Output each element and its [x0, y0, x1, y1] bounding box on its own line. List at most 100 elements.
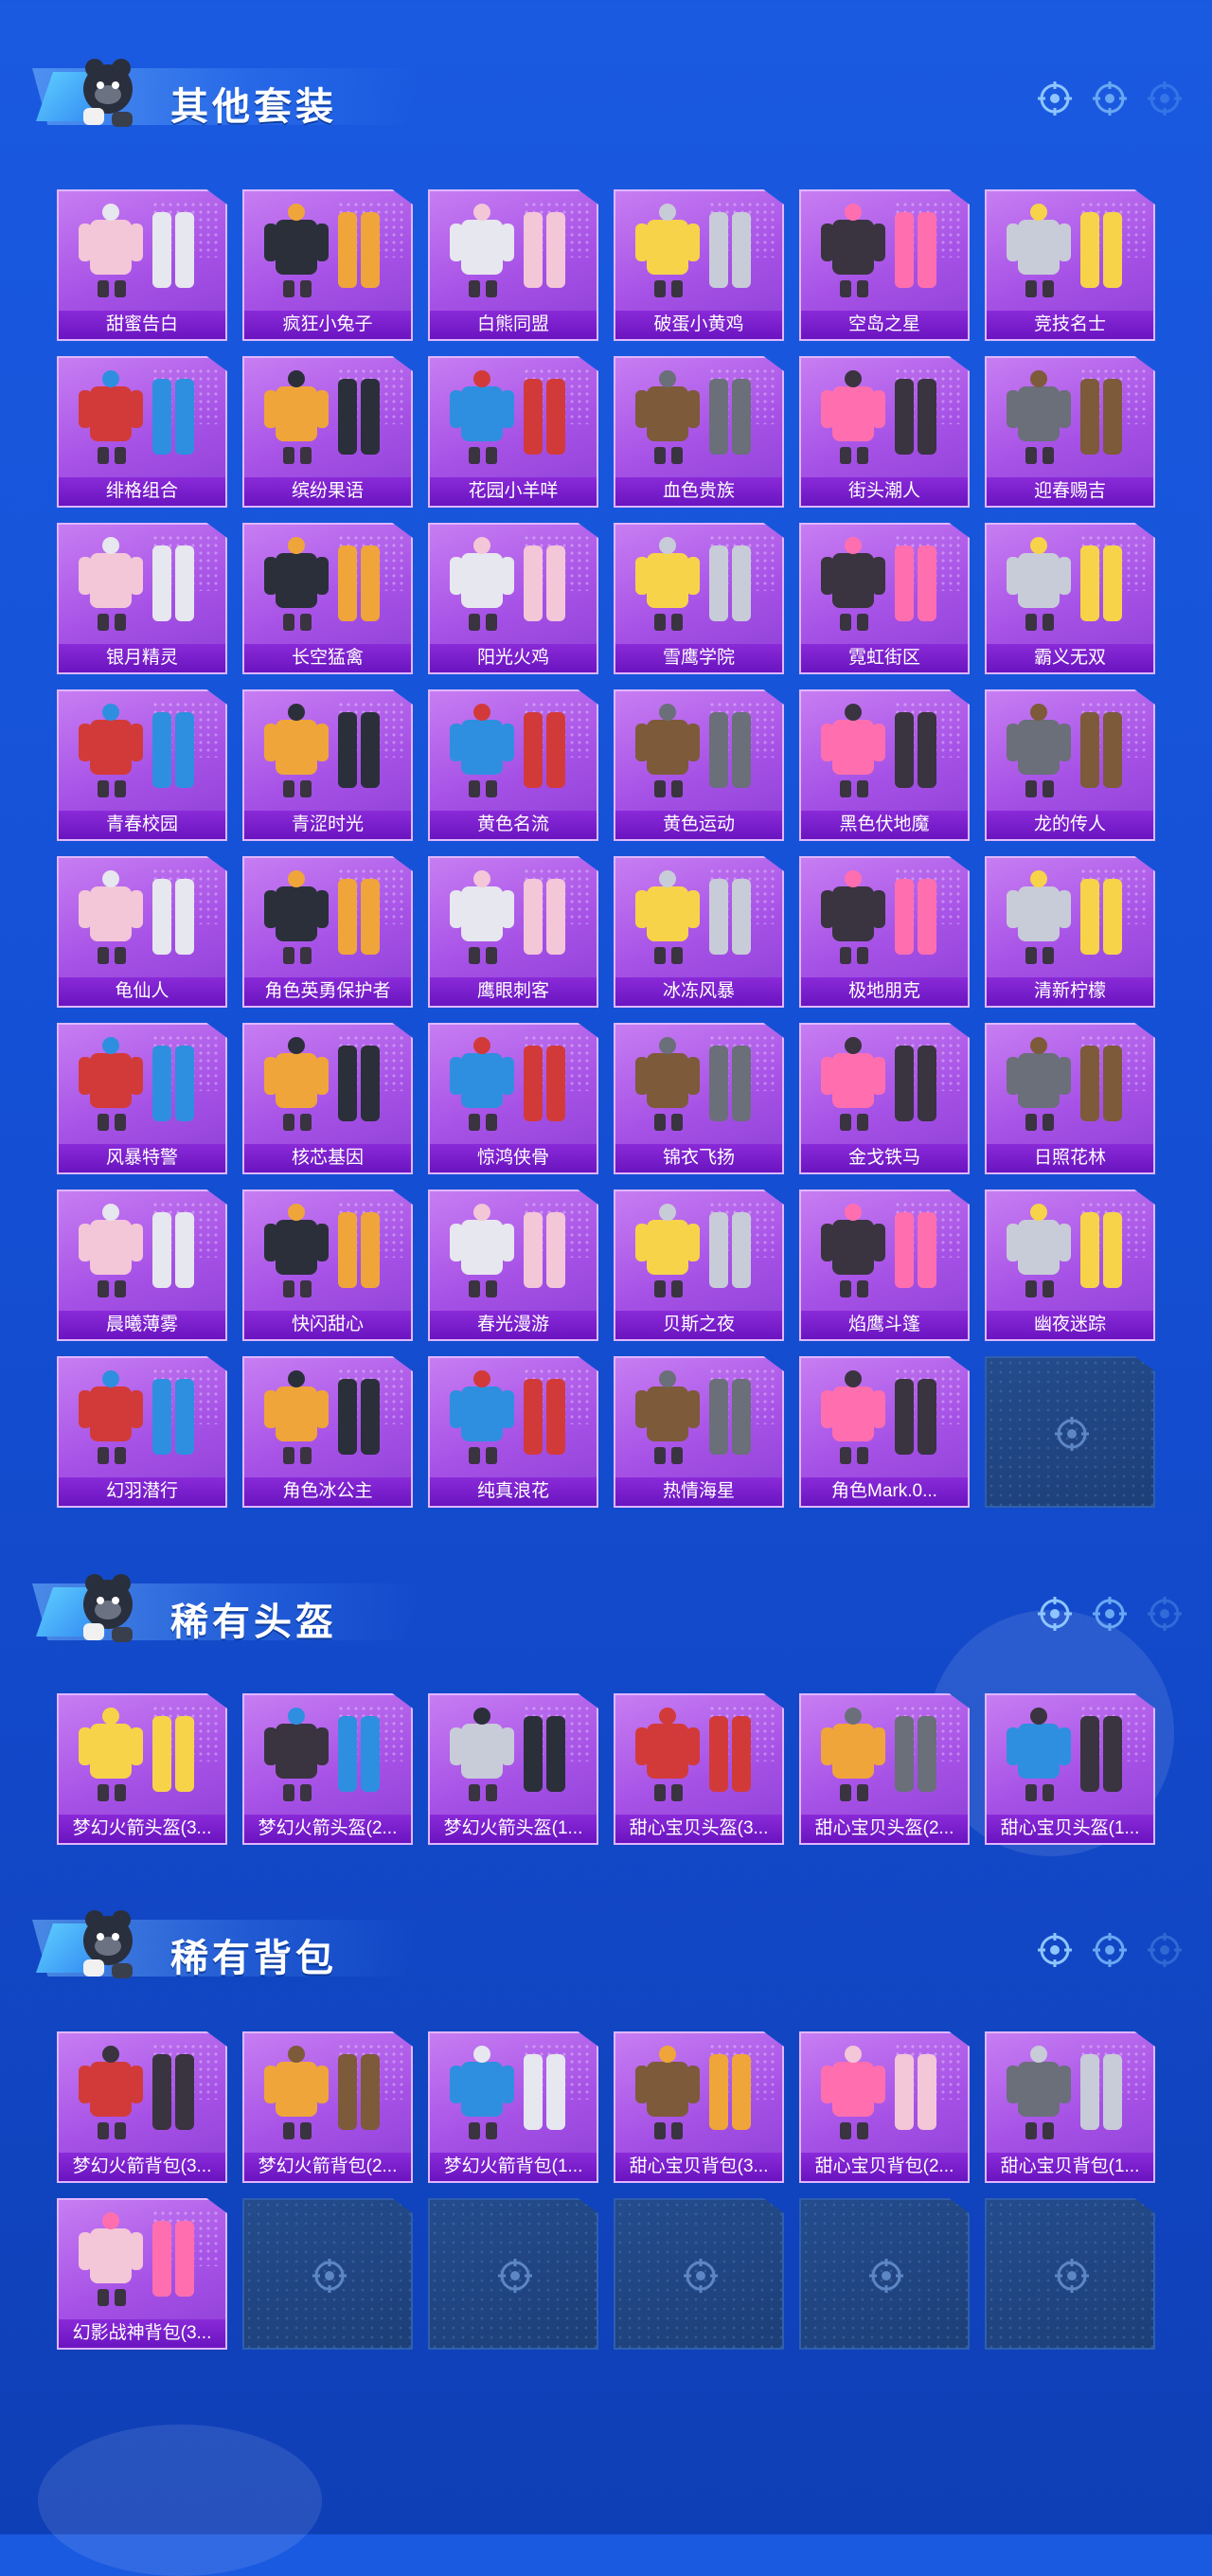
- item-card[interactable]: 幻影战神背包(3...: [57, 2198, 227, 2350]
- item-card[interactable]: 梦幻火箭背包(2...: [242, 2031, 413, 2183]
- item-card[interactable]: 角色Mark.0...: [799, 1356, 970, 1508]
- item-card[interactable]: 梦幻火箭背包(1...: [428, 2031, 598, 2183]
- item-image: [264, 704, 380, 797]
- item-card[interactable]: 街头潮人: [799, 356, 970, 508]
- item-card[interactable]: 雪鹰学院: [614, 523, 784, 674]
- item-card[interactable]: 破蛋小黄鸡: [614, 189, 784, 341]
- item-card[interactable]: 核芯基因: [242, 1023, 413, 1174]
- item-card[interactable]: 甜心宝贝头盔(3...: [614, 1693, 784, 1845]
- item-card[interactable]: 竞技名士: [985, 189, 1155, 341]
- item-card[interactable]: 冰冻风暴: [614, 856, 784, 1008]
- item-name: 清新柠檬: [987, 977, 1153, 1006]
- item-card[interactable]: 晨曦薄雾: [57, 1190, 227, 1341]
- item-card[interactable]: 纯真浪花: [428, 1356, 598, 1508]
- crosshair-icon: [1038, 81, 1072, 116]
- item-card[interactable]: 梦幻火箭头盔(1...: [428, 1693, 598, 1845]
- item-card[interactable]: 银月精灵: [57, 523, 227, 674]
- item-name: 甜心宝贝头盔(1...: [987, 1815, 1153, 1843]
- item-card[interactable]: 角色英勇保护者: [242, 856, 413, 1008]
- crosshair-icon: [1093, 1933, 1127, 1967]
- item-card[interactable]: 白熊同盟: [428, 189, 598, 341]
- item-image: [450, 1708, 565, 1801]
- item-image: [635, 870, 751, 964]
- item-card[interactable]: 贝斯之夜: [614, 1190, 784, 1341]
- item-card[interactable]: 迎春赐吉: [985, 356, 1155, 508]
- item-image: [821, 2046, 936, 2139]
- item-card[interactable]: 甜心宝贝头盔(1...: [985, 1693, 1155, 1845]
- item-image: [264, 1708, 380, 1801]
- item-card[interactable]: 空岛之星: [799, 189, 970, 341]
- item-name: 空岛之星: [801, 311, 968, 339]
- item-card[interactable]: 黑色伏地魔: [799, 689, 970, 841]
- item-name: 血色贵族: [615, 477, 782, 506]
- item-card[interactable]: 绯格组合: [57, 356, 227, 508]
- item-name: 风暴特警: [59, 1144, 225, 1172]
- item-card[interactable]: 龟仙人: [57, 856, 227, 1008]
- item-card[interactable]: 甜心宝贝背包(3...: [614, 2031, 784, 2183]
- item-card[interactable]: 热情海星: [614, 1356, 784, 1508]
- header-icons: [1036, 80, 1184, 117]
- item-card[interactable]: 霸义无双: [985, 523, 1155, 674]
- item-card[interactable]: 甜心宝贝头盔(2...: [799, 1693, 970, 1845]
- item-card[interactable]: 疯狂小兔子: [242, 189, 413, 341]
- item-card[interactable]: 甜心宝贝背包(2...: [799, 2031, 970, 2183]
- item-card[interactable]: 黄色名流: [428, 689, 598, 841]
- item-card[interactable]: 焰鹰斗篷: [799, 1190, 970, 1341]
- item-card[interactable]: 梦幻火箭头盔(3...: [57, 1693, 227, 1845]
- mascot-icon: [83, 1910, 133, 1978]
- item-card[interactable]: 极地朋克: [799, 856, 970, 1008]
- section-header: 稀有头盔: [0, 1553, 1212, 1657]
- crosshair-icon: [1148, 1933, 1182, 1967]
- item-name: 绯格组合: [59, 477, 225, 506]
- item-name: 黄色名流: [430, 811, 597, 839]
- section-header: 其他套装: [0, 38, 1212, 142]
- item-card[interactable]: 龙的传人: [985, 689, 1155, 841]
- crosshair-icon: [1093, 81, 1127, 116]
- crosshair-icon: [869, 2259, 903, 2293]
- item-card[interactable]: 幻羽潜行: [57, 1356, 227, 1508]
- item-image: [1007, 870, 1122, 964]
- item-card[interactable]: 缤纷果语: [242, 356, 413, 508]
- item-card[interactable]: 青春校园: [57, 689, 227, 841]
- empty-slot: [985, 2198, 1155, 2350]
- item-name: 锦衣飞扬: [615, 1144, 782, 1172]
- item-card[interactable]: 梦幻火箭头盔(2...: [242, 1693, 413, 1845]
- item-image: [821, 1370, 936, 1464]
- item-card[interactable]: 惊鸿侠骨: [428, 1023, 598, 1174]
- crosshair-icon: [1093, 1597, 1127, 1631]
- item-card[interactable]: 金戈铁马: [799, 1023, 970, 1174]
- item-card[interactable]: 花园小羊咩: [428, 356, 598, 508]
- item-image: [1007, 1037, 1122, 1131]
- item-name: 花园小羊咩: [430, 477, 597, 506]
- item-name: 日照花林: [987, 1144, 1153, 1172]
- item-image: [821, 1708, 936, 1801]
- item-card[interactable]: 甜心宝贝背包(1...: [985, 2031, 1155, 2183]
- crosshair-icon: [1038, 1933, 1072, 1967]
- item-card[interactable]: 鹰眼刺客: [428, 856, 598, 1008]
- item-name: 梦幻火箭背包(2...: [244, 2153, 411, 2181]
- item-name: 黑色伏地魔: [801, 811, 968, 839]
- item-card[interactable]: 梦幻火箭背包(3...: [57, 2031, 227, 2183]
- item-card[interactable]: 长空猛禽: [242, 523, 413, 674]
- item-card[interactable]: 春光漫游: [428, 1190, 598, 1341]
- item-name: 龙的传人: [987, 811, 1153, 839]
- item-card[interactable]: 快闪甜心: [242, 1190, 413, 1341]
- section-rare-backpacks: 稀有背包 梦幻火箭背包(3... 梦幻火箭背包(2... 梦幻火箭背包(1... 甜心…: [0, 1889, 1212, 2350]
- item-name: 龟仙人: [59, 977, 225, 1006]
- item-card[interactable]: 角色冰公主: [242, 1356, 413, 1508]
- item-card[interactable]: 风暴特警: [57, 1023, 227, 1174]
- header-icons: [1036, 1931, 1184, 1969]
- item-card[interactable]: 霓虹街区: [799, 523, 970, 674]
- item-name: 幻影战神背包(3...: [59, 2319, 225, 2348]
- item-name: 疯狂小兔子: [244, 311, 411, 339]
- item-card[interactable]: 血色贵族: [614, 356, 784, 508]
- item-card[interactable]: 阳光火鸡: [428, 523, 598, 674]
- item-card[interactable]: 青涩时光: [242, 689, 413, 841]
- item-card[interactable]: 幽夜迷踪: [985, 1190, 1155, 1341]
- item-name: 迎春赐吉: [987, 477, 1153, 506]
- item-card[interactable]: 锦衣飞扬: [614, 1023, 784, 1174]
- item-card[interactable]: 甜蜜告白: [57, 189, 227, 341]
- item-card[interactable]: 日照花林: [985, 1023, 1155, 1174]
- item-card[interactable]: 黄色运动: [614, 689, 784, 841]
- item-card[interactable]: 清新柠檬: [985, 856, 1155, 1008]
